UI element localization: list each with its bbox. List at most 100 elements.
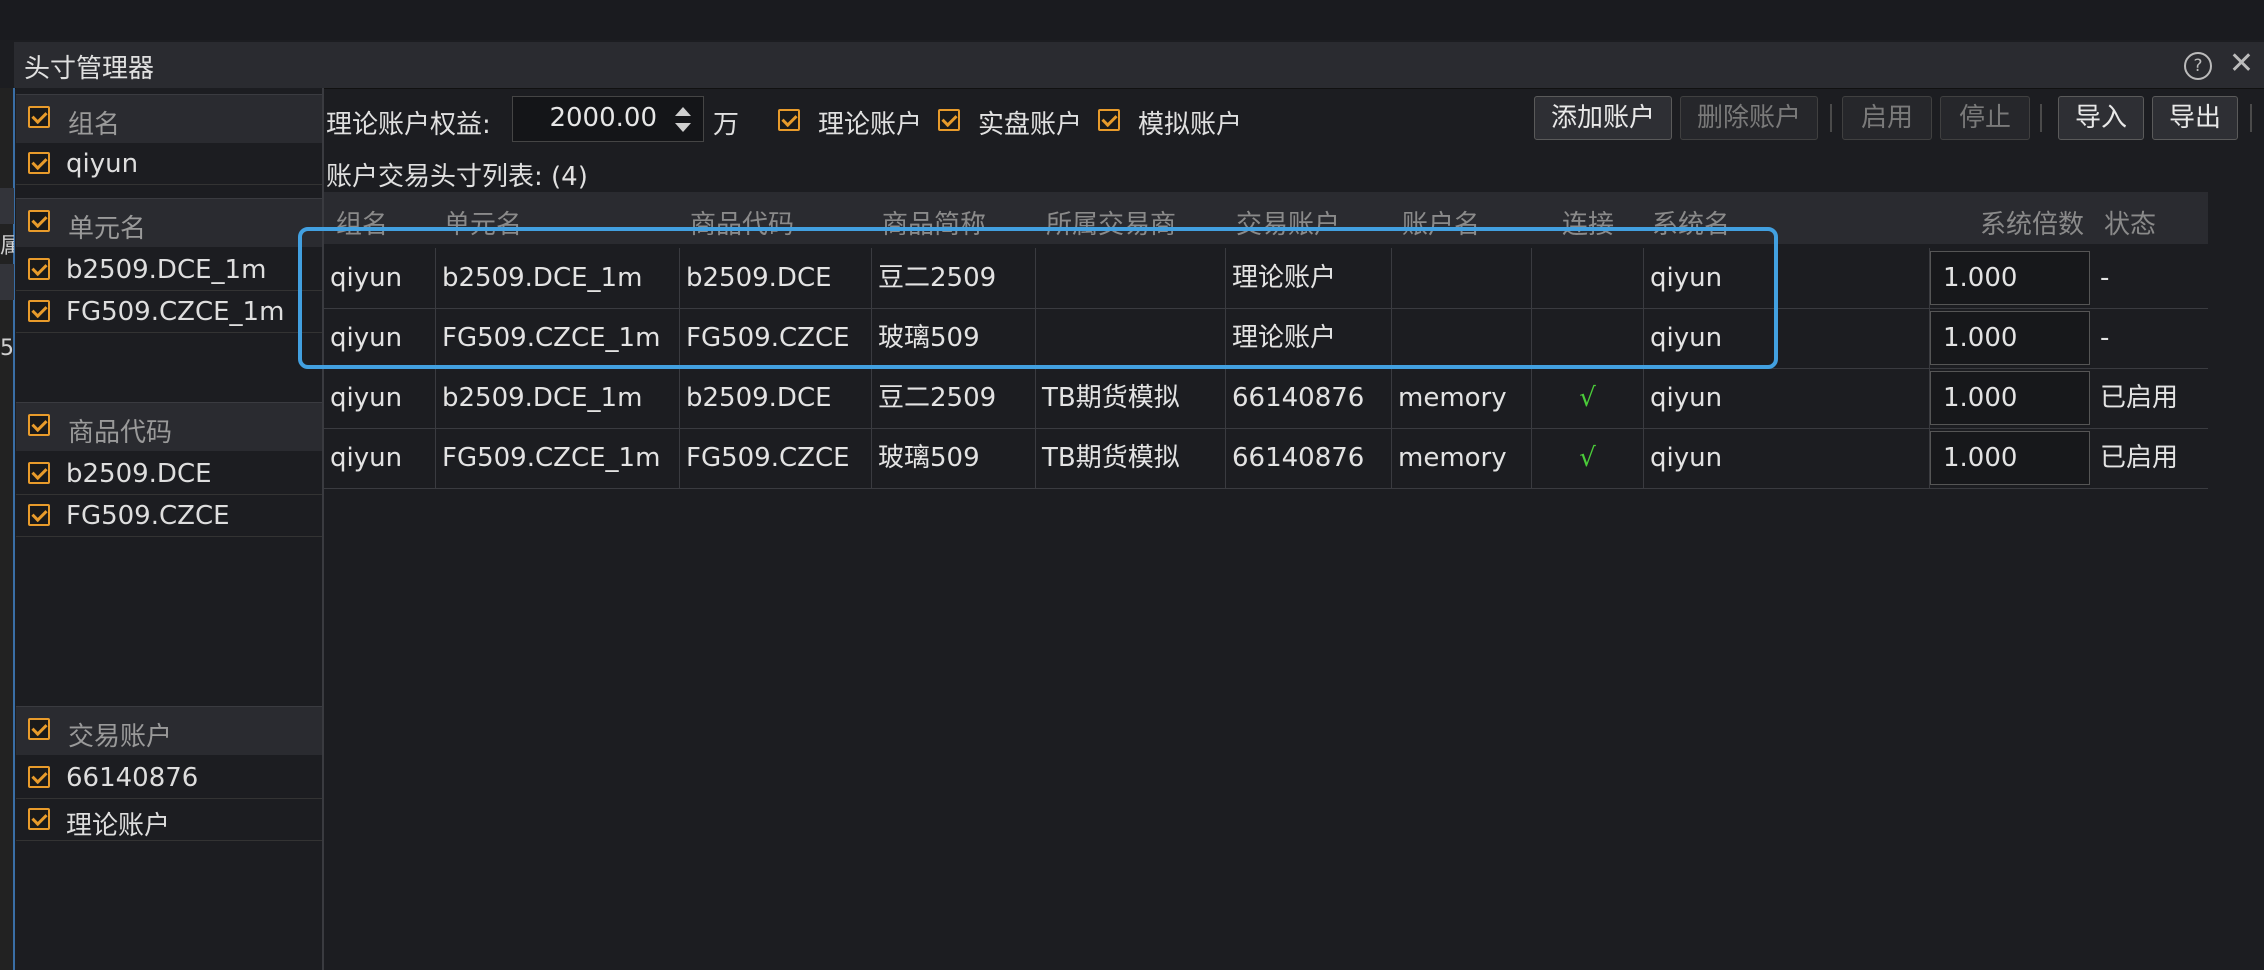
cell-status: 已启用 (2100, 383, 2179, 413)
cell-account-name (1392, 308, 1532, 368)
checkbox[interactable] (28, 504, 50, 526)
column-header[interactable]: 组名 (336, 204, 388, 241)
cell-system-name: qiyun (1644, 428, 1930, 488)
filter-item[interactable]: b2509.DCE (16, 454, 322, 495)
multiplier-input[interactable]: 1.000 (1930, 371, 2090, 425)
filter-item-label: FG509.CZCE_1m (66, 297, 285, 327)
column-header[interactable]: 单元名 (444, 204, 522, 241)
checkbox[interactable] (28, 300, 50, 322)
table-row[interactable]: qiyun FG509.CZCE_1m FG509.CZCE 玻璃509 TB期… (324, 428, 2208, 489)
cell-connection (1532, 248, 1644, 308)
cell-group: qiyun (324, 428, 436, 488)
checkbox[interactable] (28, 210, 50, 232)
cell-group: qiyun (324, 368, 436, 428)
column-header[interactable]: 状态 (2104, 204, 2156, 241)
filter-item-label: b2509.DCE (66, 459, 212, 489)
filter-item[interactable]: 66140876 (16, 758, 322, 799)
spin-up-arrow-icon[interactable] (675, 107, 691, 116)
cell-product-code: FG509.CZCE (680, 428, 872, 488)
filter-item-label: qiyun (66, 149, 139, 179)
table-row[interactable]: qiyun b2509.DCE_1m b2509.DCE 豆二2509 理论账户… (324, 248, 2208, 309)
cell-system-name: qiyun (1644, 308, 1930, 368)
cell-unit: FG509.CZCE_1m (436, 428, 680, 488)
filter-item[interactable]: b2509.DCE_1m (16, 250, 322, 291)
filter-header-group[interactable]: 组名 (16, 94, 322, 143)
checkbox[interactable] (28, 718, 50, 740)
cell-broker (1036, 308, 1226, 368)
window-title: 头寸管理器 (24, 54, 155, 84)
spin-down-arrow-icon[interactable] (675, 123, 691, 132)
close-icon[interactable]: ✕ (2229, 46, 2254, 82)
checkbox[interactable] (1098, 109, 1120, 131)
stop-button[interactable]: 停止 (1940, 96, 2030, 140)
cell-unit: b2509.DCE_1m (436, 368, 680, 428)
column-header[interactable]: 账户名 (1402, 204, 1480, 241)
checkbox[interactable] (28, 152, 50, 174)
table-row[interactable]: qiyun b2509.DCE_1m b2509.DCE 豆二2509 TB期货… (324, 368, 2208, 429)
multiplier-input[interactable]: 1.000 (1930, 251, 2090, 305)
cell-system-name: qiyun (1644, 248, 1930, 308)
checkbox[interactable] (778, 109, 800, 131)
cell-product-name: 豆二2509 (872, 248, 1036, 308)
cell-product-name: 豆二2509 (872, 368, 1036, 428)
delete-account-button[interactable]: 删除账户 (1680, 96, 1818, 140)
cell-unit: b2509.DCE_1m (436, 248, 680, 308)
column-header[interactable]: 商品代码 (690, 204, 794, 241)
filter-item-label: b2509.DCE_1m (66, 255, 267, 285)
cell-connection (1532, 308, 1644, 368)
multiplier-input[interactable]: 1.000 (1930, 431, 2090, 485)
filter-item[interactable]: FG509.CZCE_1m (16, 292, 322, 333)
filter-item[interactable]: 理论账户 (16, 800, 322, 841)
checkbox[interactable] (938, 109, 960, 131)
cell-account-name: memory (1392, 368, 1532, 428)
filter-item-label: 66140876 (66, 763, 199, 793)
cell-trade-account: 理论账户 (1226, 308, 1392, 368)
left-edge-tab[interactable] (0, 264, 14, 300)
filter-header-product[interactable]: 商品代码 (16, 402, 322, 451)
cell-product-name: 玻璃509 (872, 428, 1036, 488)
checkbox[interactable] (28, 808, 50, 830)
toolbar: 理论账户权益: 2000.00 万 理论账户 实盘账户 模拟账户 添加账户 删除… (326, 96, 2264, 144)
cell-status: - (2100, 323, 2110, 353)
export-button[interactable]: 导出 (2152, 96, 2238, 140)
column-header[interactable]: 系统名 (1652, 204, 1730, 241)
import-button[interactable]: 导入 (2058, 96, 2144, 140)
cell-connection: √ (1532, 368, 1644, 428)
check-real-label: 实盘账户 (978, 110, 1083, 140)
equity-spinbox[interactable]: 2000.00 (512, 96, 704, 142)
cell-account-name (1392, 248, 1532, 308)
filter-header-account[interactable]: 交易账户 (16, 706, 322, 755)
filter-header-label: 交易账户 (68, 722, 173, 752)
column-header[interactable]: 商品简称 (882, 204, 986, 241)
help-icon[interactable]: ? (2184, 52, 2212, 80)
cell-system-name: qiyun (1644, 368, 1930, 428)
filter-header-unit[interactable]: 单元名 (16, 198, 322, 247)
filter-item-label: FG509.CZCE (66, 501, 230, 531)
cell-trade-account: 理论账户 (1226, 248, 1392, 308)
checkbox[interactable] (28, 462, 50, 484)
list-count-label: 账户交易头寸列表: (4) (326, 162, 588, 192)
checkbox[interactable] (28, 766, 50, 788)
filter-item[interactable]: qiyun (16, 144, 322, 185)
left-edge-tab[interactable] (0, 188, 14, 224)
cell-status: 已启用 (2100, 443, 2179, 473)
checkbox[interactable] (28, 106, 50, 128)
checkbox[interactable] (28, 414, 50, 436)
check-theory-label: 理论账户 (818, 110, 923, 140)
checkbox[interactable] (28, 258, 50, 280)
left-edge-char: 属 (0, 234, 14, 259)
column-header[interactable]: 连接 (1562, 204, 1614, 241)
column-header[interactable]: 交易账户 (1236, 204, 1340, 241)
column-header[interactable]: 系统倍数 (1980, 204, 2084, 241)
column-header[interactable]: 所属交易商 (1046, 204, 1176, 241)
table-row[interactable]: qiyun FG509.CZCE_1m FG509.CZCE 玻璃509 理论账… (324, 308, 2208, 369)
filter-item[interactable]: FG509.CZCE (16, 496, 322, 537)
filter-header-label: 单元名 (68, 214, 147, 244)
multiplier-input[interactable]: 1.000 (1930, 311, 2090, 365)
cell-product-code: FG509.CZCE (680, 308, 872, 368)
add-account-button[interactable]: 添加账户 (1534, 96, 1672, 140)
enable-button[interactable]: 启用 (1842, 96, 1932, 140)
cell-status: - (2100, 263, 2110, 293)
top-strip (0, 0, 2264, 40)
cell-unit: FG509.CZCE_1m (436, 308, 680, 368)
